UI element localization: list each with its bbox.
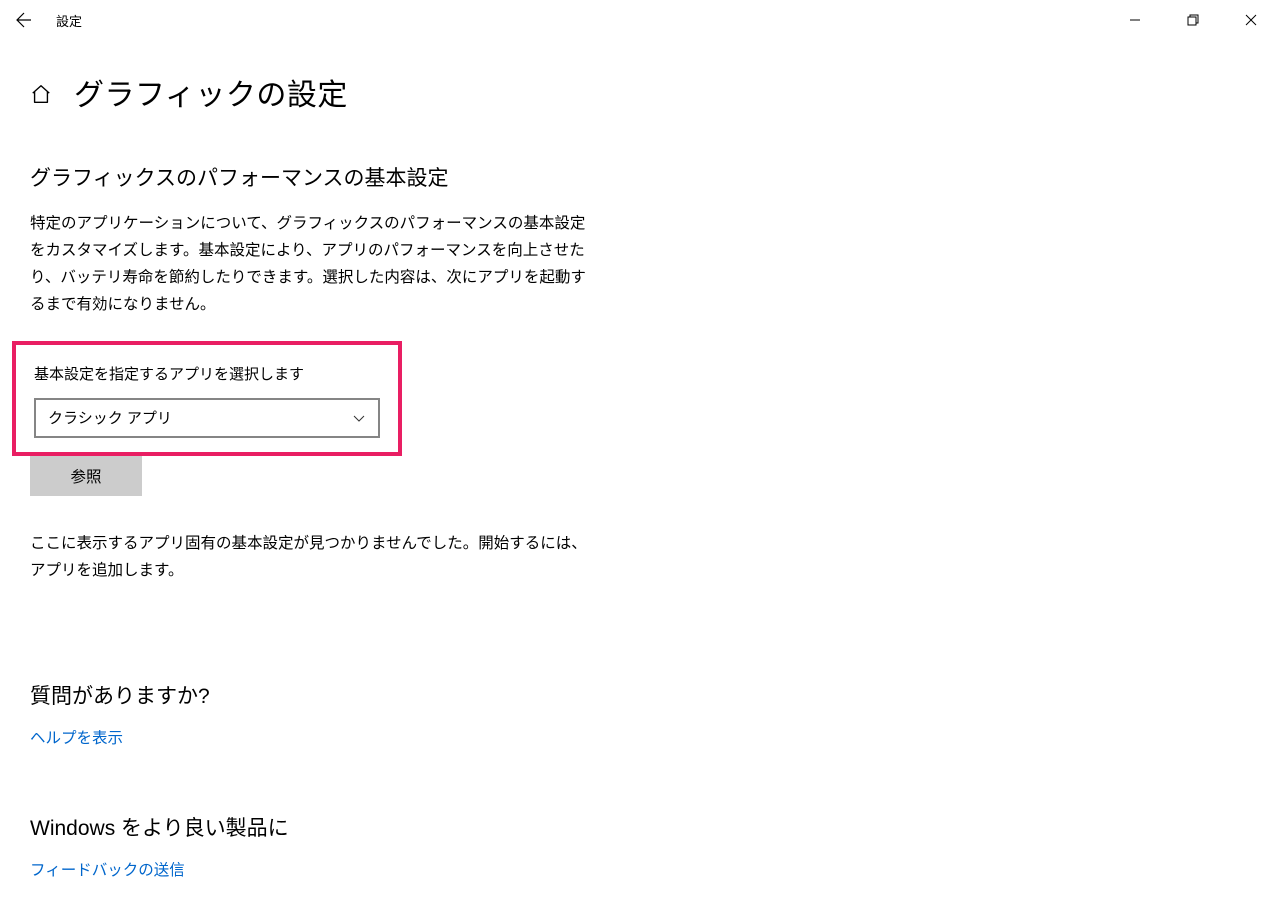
dropdown-selected-value: クラシック アプリ <box>48 407 172 428</box>
close-icon <box>1245 14 1257 26</box>
home-icon[interactable] <box>30 83 52 105</box>
description-text: 特定のアプリケーションについて、グラフィックスのパフォーマンスの基本設定をカスタ… <box>30 210 590 319</box>
chevron-down-icon <box>352 411 366 425</box>
content-area: グラフィックの設定 グラフィックスのパフォーマンスの基本設定 特定のアプリケーシ… <box>0 40 1280 880</box>
feedback-section: Windows をより良い製品に フィードバックの送信 <box>30 812 1250 880</box>
help-section: 質問がありますか? ヘルプを表示 <box>30 680 1250 748</box>
feedback-heading: Windows をより良い製品に <box>30 812 1250 842</box>
section-title: グラフィックスのパフォーマンスの基本設定 <box>30 162 1250 192</box>
help-link[interactable]: ヘルプを表示 <box>30 730 123 747</box>
page-header: グラフィックの設定 <box>30 70 1250 114</box>
feedback-link[interactable]: フィードバックの送信 <box>30 862 185 879</box>
minimize-button[interactable] <box>1106 0 1164 40</box>
titlebar: 設定 <box>0 0 1280 40</box>
browse-button[interactable]: 参照 <box>30 456 142 496</box>
window-title: 設定 <box>56 11 82 30</box>
dropdown-label: 基本設定を指定するアプリを選択します <box>34 363 380 384</box>
maximize-icon <box>1187 14 1199 26</box>
status-text: ここに表示するアプリ固有の基本設定が見つかりませんでした。開始するには、アプリを… <box>30 530 590 584</box>
page-title: グラフィックの設定 <box>74 70 348 114</box>
app-type-dropdown[interactable]: クラシック アプリ <box>34 398 380 438</box>
help-heading: 質問がありますか? <box>30 680 1250 710</box>
maximize-button[interactable] <box>1164 0 1222 40</box>
back-arrow-icon <box>16 12 32 28</box>
highlight-box: 基本設定を指定するアプリを選択します クラシック アプリ <box>12 341 402 456</box>
back-button[interactable] <box>0 0 48 40</box>
window-controls <box>1106 0 1280 40</box>
minimize-icon <box>1129 14 1141 26</box>
close-button[interactable] <box>1222 0 1280 40</box>
